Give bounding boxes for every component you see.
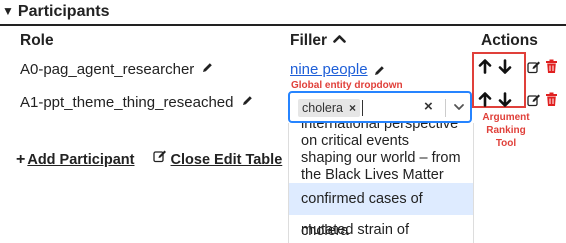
- close-edit-table-button[interactable]: Close Edit Table: [152, 149, 283, 169]
- column-header-filler-label: Filler: [290, 32, 328, 50]
- participants-section-header[interactable]: ▼ Participants: [0, 0, 566, 26]
- chip-remove-icon[interactable]: ×: [349, 101, 356, 115]
- clear-icon[interactable]: ×: [424, 97, 433, 117]
- role-text: A1-ppt_theme_thing_reseached: [20, 94, 234, 111]
- chevron-down-icon[interactable]: [452, 100, 466, 119]
- role-label-a1: A1-ppt_theme_thing_reseached: [20, 93, 253, 113]
- dropdown-menu[interactable]: international perspective on critical ev…: [288, 123, 474, 243]
- role-text: A0-pag_agent_researcher: [20, 61, 195, 78]
- edit-icon[interactable]: [527, 93, 541, 112]
- column-header-filler[interactable]: Filler: [290, 31, 346, 51]
- arrow-down-icon[interactable]: [498, 59, 512, 79]
- table-footer-actions: + Add Participant Close Edit Table: [16, 149, 283, 170]
- column-header-actions: Actions: [481, 32, 538, 49]
- annotation-argument-ranking-tool: Argument Ranking Tool: [482, 112, 530, 149]
- filler-link-nine-people[interactable]: nine people: [290, 60, 368, 80]
- selected-chip: cholera ×: [298, 99, 361, 117]
- chip-label: cholera: [302, 101, 343, 115]
- edit-icon[interactable]: [527, 60, 541, 79]
- dropdown-option-highlighted[interactable]: confirmed cases of cholera: [289, 183, 473, 239]
- section-title: Participants: [17, 3, 110, 20]
- pencil-icon[interactable]: [374, 63, 385, 81]
- text-cursor[interactable]: [362, 100, 363, 116]
- entity-select-dropdown[interactable]: cholera × ×: [288, 91, 472, 123]
- indicator-separator: [445, 99, 446, 117]
- collapse-triangle-icon[interactable]: ▼: [2, 4, 14, 18]
- trash-icon[interactable]: [545, 92, 558, 112]
- arrow-up-icon[interactable]: [478, 92, 492, 112]
- chevron-up-icon[interactable]: [333, 29, 346, 49]
- close-edit-table-label: Close Edit Table: [170, 152, 283, 169]
- dropdown-option[interactable]: mutated strain of pathogen: [289, 215, 473, 243]
- plus-icon: +: [16, 151, 26, 169]
- add-participant-label: Add Participant: [27, 152, 135, 169]
- arrow-up-icon[interactable]: [478, 59, 492, 79]
- role-label-a0: A0-pag_agent_researcher: [20, 60, 213, 80]
- add-participant-button[interactable]: + Add Participant: [16, 151, 135, 169]
- pencil-icon[interactable]: [202, 59, 213, 79]
- trash-icon[interactable]: [545, 59, 558, 79]
- pencil-icon[interactable]: [242, 92, 253, 112]
- edit-icon: [152, 149, 167, 168]
- column-header-role: Role: [20, 32, 54, 49]
- arrow-down-icon[interactable]: [498, 92, 512, 112]
